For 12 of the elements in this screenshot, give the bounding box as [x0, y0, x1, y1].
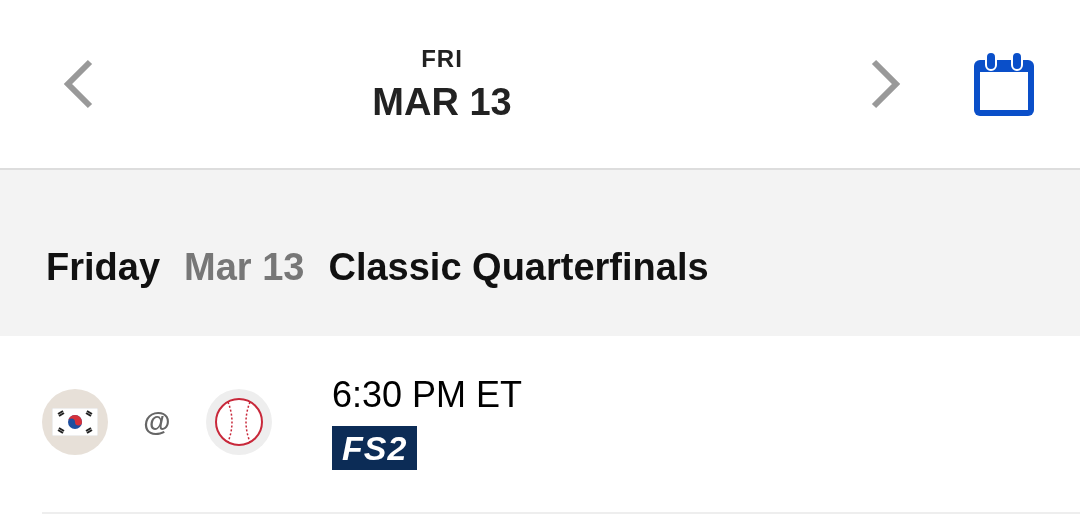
section-title: Classic Quarterfinals [328, 245, 709, 289]
section-date: Mar 13 [184, 245, 305, 289]
flag-icon [52, 408, 98, 436]
calendar-button[interactable] [972, 50, 1036, 118]
network-logo: FS2 [332, 426, 418, 470]
baseball-icon [214, 397, 264, 447]
date-label: MAR 13 [372, 80, 512, 124]
calendar-icon [972, 50, 1036, 118]
weekday-label: FRI [421, 44, 463, 73]
section-weekday: Friday [46, 245, 161, 289]
game-time: 6:30 PM ET [332, 374, 523, 416]
at-separator: @ [142, 406, 172, 438]
